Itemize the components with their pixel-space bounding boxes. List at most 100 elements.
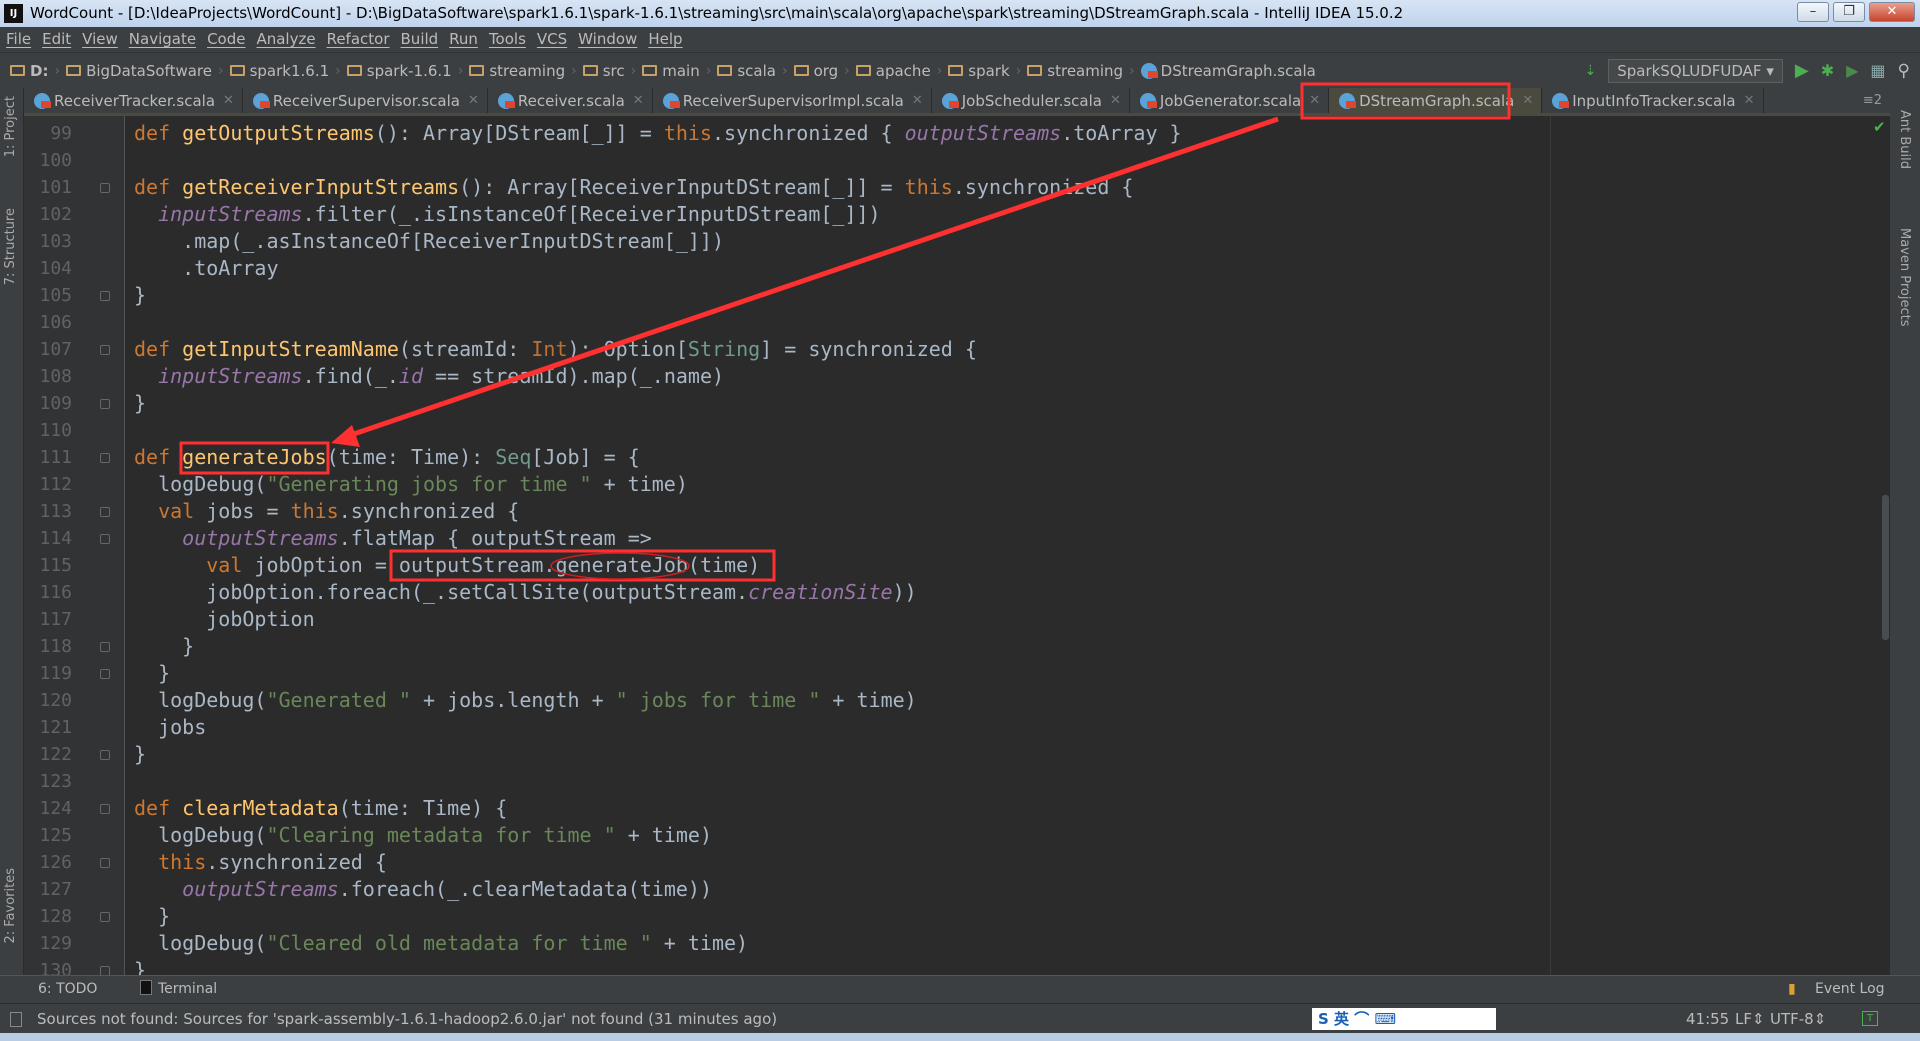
close-tab-icon[interactable]: ✕ bbox=[912, 93, 923, 108]
breadcrumb-item[interactable]: DStreamGraph.scala bbox=[1140, 62, 1316, 80]
breadcrumb-item[interactable]: streaming › bbox=[1027, 62, 1135, 80]
close-tab-icon[interactable]: ✕ bbox=[1744, 93, 1755, 108]
menu-window[interactable]: Window bbox=[578, 27, 637, 52]
menu-navigate[interactable]: Navigate bbox=[129, 27, 196, 52]
close-window-button[interactable]: ✕ bbox=[1869, 2, 1915, 22]
breadcrumb-item[interactable]: spark › bbox=[948, 62, 1021, 80]
ime-toolbar[interactable]: S 英 ⌒ ⌨ bbox=[1312, 1008, 1496, 1030]
menu-edit[interactable]: Edit bbox=[42, 27, 71, 52]
line-number: 103 bbox=[39, 231, 72, 252]
fold-marker[interactable] bbox=[100, 345, 110, 355]
fold-marker[interactable] bbox=[100, 750, 110, 760]
breadcrumb-item[interactable]: main › bbox=[642, 62, 711, 80]
coverage-icon[interactable]: ▶ bbox=[1846, 61, 1858, 80]
breadcrumb-item[interactable]: D: › bbox=[10, 62, 60, 80]
menu-build[interactable]: Build bbox=[401, 27, 439, 52]
code-token: .synchronized { bbox=[338, 499, 520, 523]
menu-vcs[interactable]: VCS bbox=[537, 27, 567, 52]
fold-marker[interactable] bbox=[100, 642, 110, 652]
tab-inputinfotracker[interactable]: InputInfoTracker.scala ✕ bbox=[1542, 88, 1764, 113]
menu-run[interactable]: Run bbox=[449, 27, 478, 52]
breadcrumb-separator: › bbox=[571, 62, 577, 79]
terminal-tool-button[interactable]: Terminal bbox=[158, 981, 217, 997]
status-toggle-icon[interactable] bbox=[10, 1012, 22, 1027]
tool-project[interactable]: 1: Project bbox=[3, 96, 18, 157]
code-line: def getOutputStreams(): Array[DStream[_]… bbox=[134, 120, 1182, 147]
fold-marker[interactable] bbox=[100, 669, 110, 679]
restore-button[interactable]: ❐ bbox=[1833, 2, 1865, 22]
run-config-select[interactable]: SparkSQLUDFUDAF ▾ bbox=[1608, 58, 1783, 83]
folder-icon bbox=[66, 65, 82, 76]
tab-jobscheduler[interactable]: JobScheduler.scala ✕ bbox=[932, 88, 1130, 113]
close-tab-icon[interactable]: ✕ bbox=[633, 93, 644, 108]
search-icon[interactable]: ⚲ bbox=[1898, 61, 1910, 81]
close-tab-icon[interactable]: ✕ bbox=[1110, 93, 1121, 108]
tab-receivertracker[interactable]: ReceiverTracker.scala ✕ bbox=[24, 88, 243, 113]
fold-marker[interactable] bbox=[100, 858, 110, 868]
tab-receiver[interactable]: Receiver.scala ✕ bbox=[488, 88, 653, 113]
tab-receiversupervisor[interactable]: ReceiverSupervisor.scala ✕ bbox=[243, 88, 488, 113]
breadcrumb-item[interactable]: org › bbox=[793, 62, 850, 80]
code-token: inputStreams bbox=[158, 202, 303, 226]
fold-marker[interactable] bbox=[100, 534, 110, 544]
fold-marker[interactable] bbox=[100, 183, 110, 193]
inspection-level-icon[interactable]: T bbox=[1862, 1011, 1878, 1026]
code-line: } bbox=[134, 903, 170, 930]
close-tab-icon[interactable]: ✕ bbox=[1522, 93, 1533, 108]
fold-marker[interactable] bbox=[100, 291, 110, 301]
bug-icon[interactable]: ✱ bbox=[1821, 61, 1834, 80]
project-structure-icon[interactable]: ▦ bbox=[1870, 61, 1885, 80]
close-tab-icon[interactable]: ✕ bbox=[468, 93, 479, 108]
breadcrumb-label: D: bbox=[30, 61, 49, 80]
menu-help[interactable]: Help bbox=[648, 27, 682, 52]
fold-marker[interactable] bbox=[100, 507, 110, 517]
breadcrumb-item[interactable]: spark1.6.1 › bbox=[229, 62, 341, 80]
close-tab-icon[interactable]: ✕ bbox=[1309, 93, 1320, 108]
breadcrumb-item[interactable]: src › bbox=[582, 62, 636, 80]
menu-tools[interactable]: Tools bbox=[489, 27, 526, 52]
breadcrumb-item[interactable]: apache › bbox=[855, 62, 943, 80]
caret-position[interactable]: 41:55 bbox=[1686, 1004, 1729, 1034]
scala-file-icon bbox=[941, 92, 959, 109]
event-log-button[interactable]: Event Log bbox=[1815, 981, 1885, 997]
code-token: clearMetadata bbox=[182, 796, 339, 820]
fold-marker[interactable] bbox=[100, 912, 110, 922]
tool-ant-build[interactable]: Ant Build bbox=[1897, 110, 1912, 169]
file-encoding[interactable]: UTF-8⇕ bbox=[1770, 1004, 1826, 1034]
menu-refactor[interactable]: Refactor bbox=[327, 27, 390, 52]
status-message[interactable]: Sources not found: Sources for 'spark-as… bbox=[37, 1004, 777, 1034]
code-editor[interactable]: def getOutputStreams(): Array[DStream[_]… bbox=[125, 116, 1890, 975]
line-separator[interactable]: LF⇕ bbox=[1735, 1004, 1765, 1034]
minimize-button[interactable]: – bbox=[1797, 2, 1829, 22]
editor-scrollbar[interactable] bbox=[1882, 495, 1889, 640]
menu-view[interactable]: View bbox=[82, 27, 118, 52]
line-number: 108 bbox=[39, 366, 72, 387]
code-token: .synchronized { bbox=[206, 850, 387, 874]
todo-tool-button[interactable]: 6: TODO bbox=[38, 981, 97, 997]
code-token: } bbox=[134, 742, 147, 766]
play-icon[interactable]: ▶ bbox=[1795, 60, 1809, 81]
tool-maven-projects[interactable]: Maven Projects bbox=[1897, 228, 1912, 327]
tab-receiversupervisorimpl[interactable]: ReceiverSupervisorImpl.scala ✕ bbox=[653, 88, 932, 113]
line-number: 120 bbox=[39, 690, 72, 711]
fold-marker[interactable] bbox=[100, 453, 110, 463]
vcs-update-icon[interactable]: ⇣ bbox=[1584, 63, 1596, 79]
menu-code[interactable]: Code bbox=[207, 27, 245, 52]
tab-overflow-button[interactable]: ≡2 bbox=[1855, 88, 1890, 113]
menu-analyze[interactable]: Analyze bbox=[256, 27, 315, 52]
close-tab-icon[interactable]: ✕ bbox=[223, 93, 234, 108]
breadcrumb-item[interactable]: spark-1.6.1 › bbox=[346, 62, 463, 80]
tool-structure[interactable]: 7: Structure bbox=[3, 208, 18, 285]
breadcrumb-item[interactable]: BigDataSoftware › bbox=[66, 62, 224, 80]
fold-marker[interactable] bbox=[100, 804, 110, 814]
breadcrumb-item[interactable]: scala › bbox=[717, 62, 788, 80]
breadcrumb-separator: › bbox=[936, 62, 943, 79]
menu-file[interactable]: File bbox=[6, 27, 31, 52]
code-token: Int bbox=[531, 337, 568, 361]
tab-dstreamgraph[interactable]: DStreamGraph.scala ✕ bbox=[1329, 88, 1543, 113]
code-token: .map(_.asInstanceOf[ReceiverInputDStream… bbox=[134, 229, 725, 253]
fold-marker[interactable] bbox=[100, 399, 110, 409]
breadcrumb-item[interactable]: streaming › bbox=[469, 62, 577, 80]
tab-jobgenerator[interactable]: JobGenerator.scala ✕ bbox=[1130, 88, 1330, 113]
tool-favorites[interactable]: 2: Favorites bbox=[3, 868, 18, 944]
